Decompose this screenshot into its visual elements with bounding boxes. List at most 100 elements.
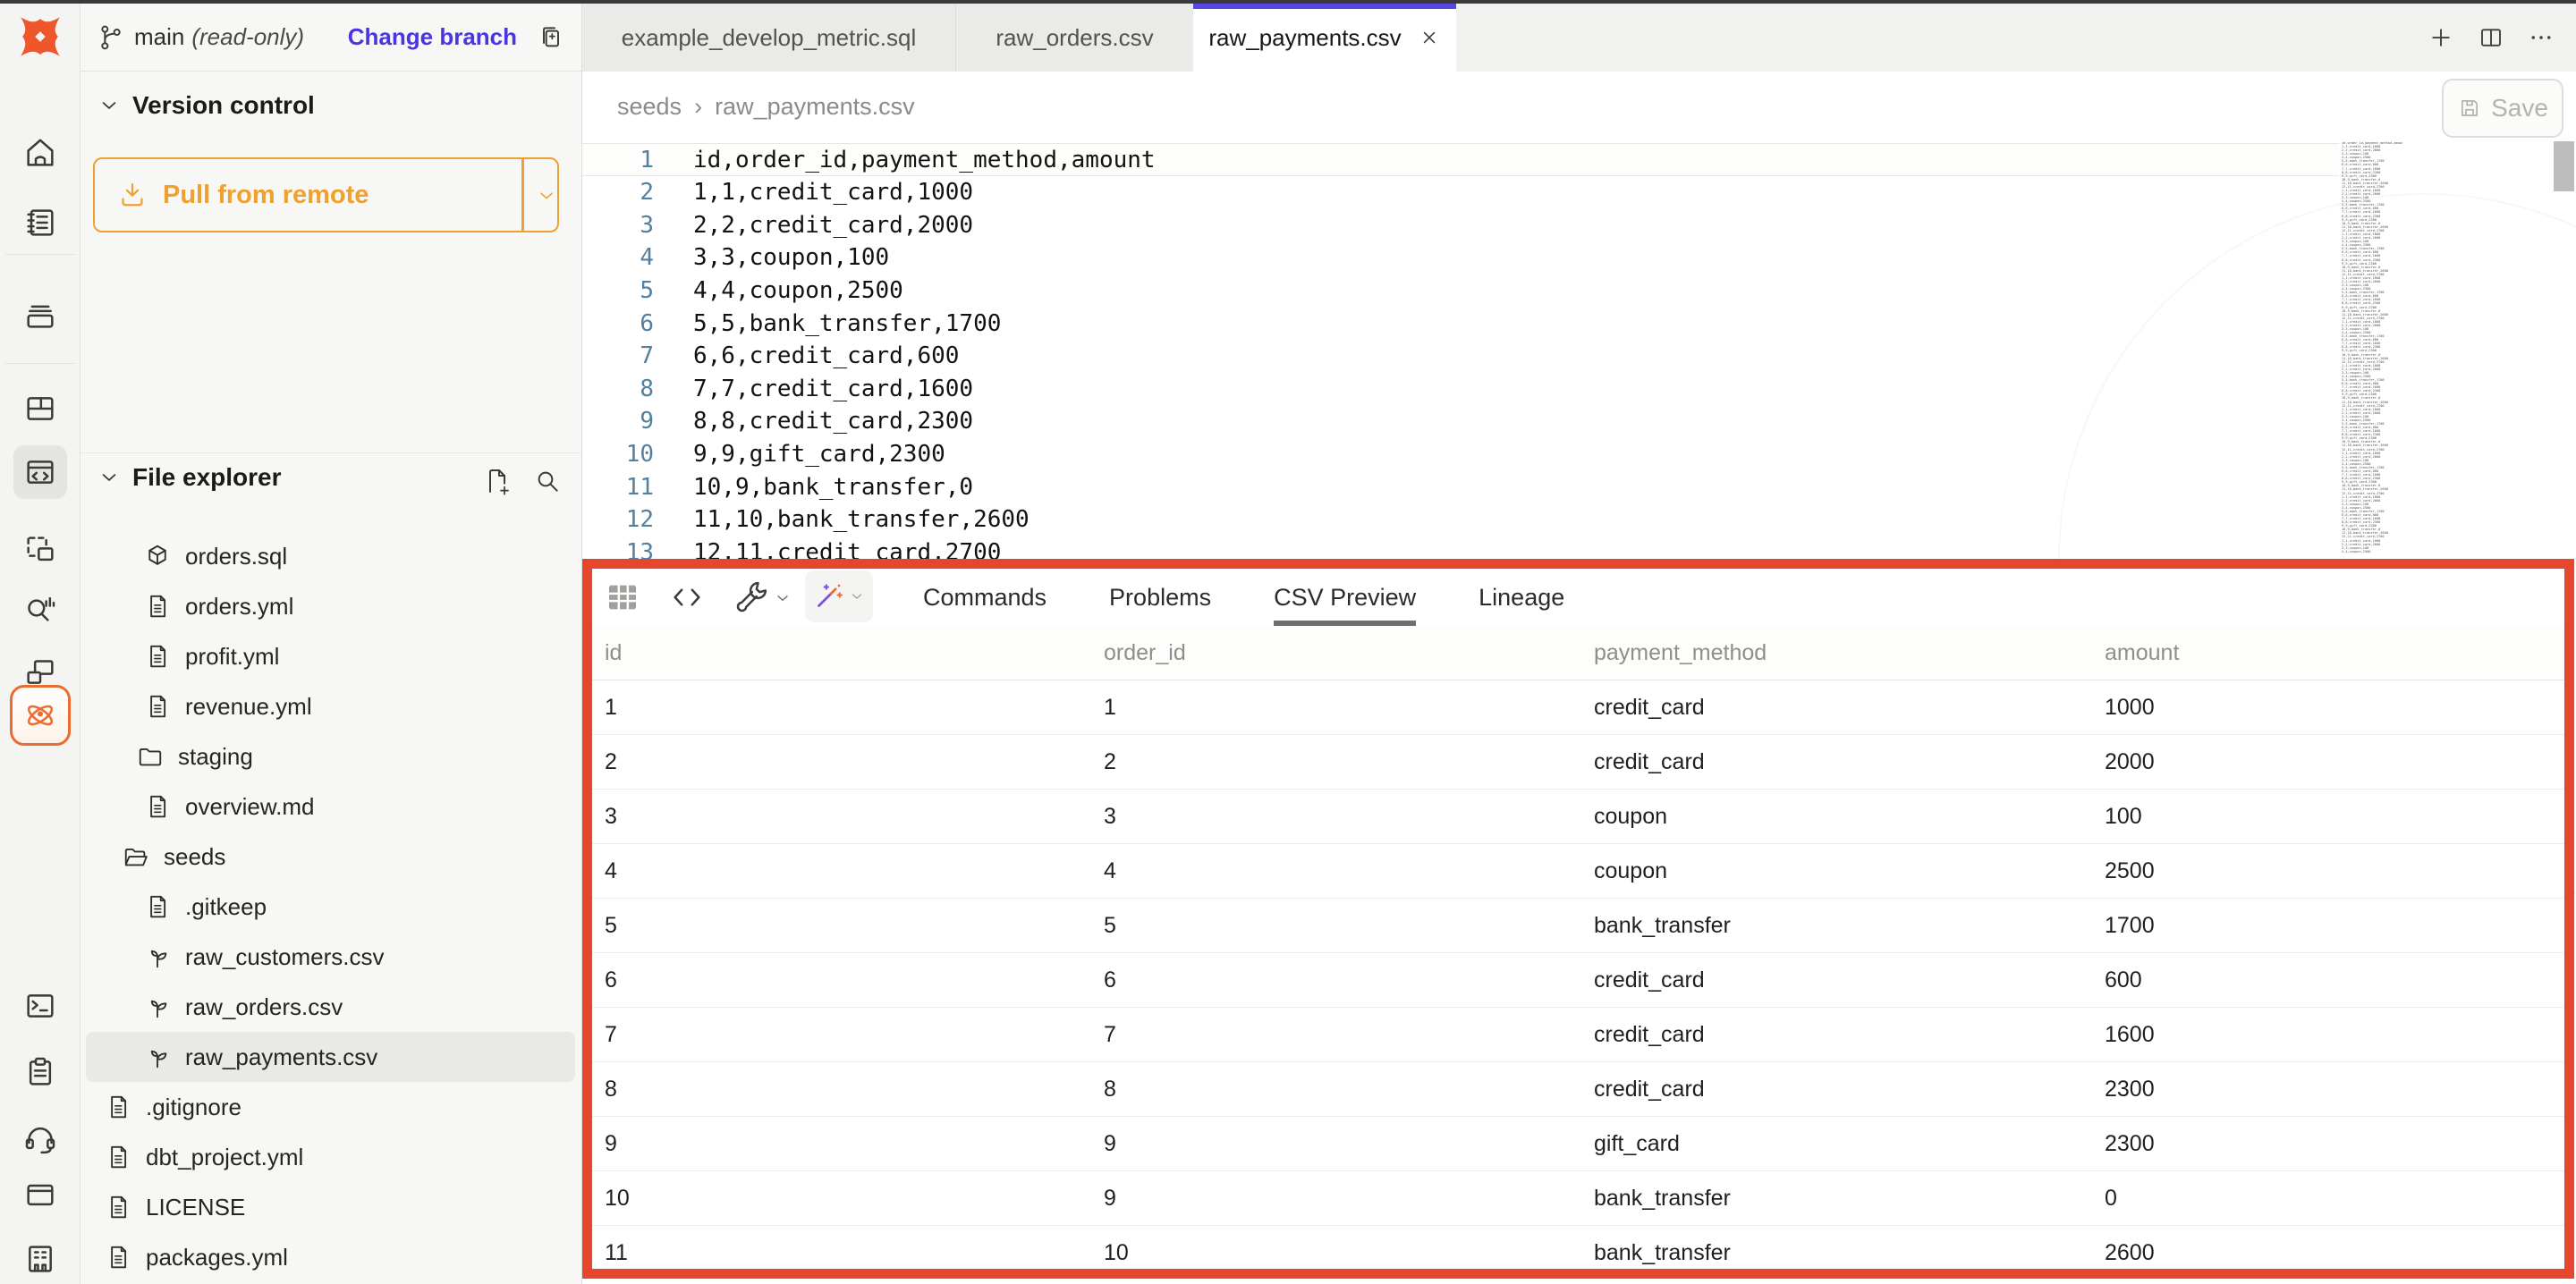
code-icon[interactable] — [669, 579, 705, 615]
code-line-10: 109,9,gift_card,2300 — [582, 437, 2576, 470]
file-item-orders.sql[interactable]: orders.sql — [86, 531, 575, 581]
rail-item-headset-icon[interactable] — [13, 1111, 67, 1165]
file-item-dbt_project.yml[interactable]: dbt_project.yml — [86, 1132, 575, 1182]
file-item-revenue.yml[interactable]: revenue.yml — [86, 681, 575, 731]
document-icon — [144, 793, 171, 820]
file-item-packages.yml[interactable]: packages.yml — [86, 1232, 575, 1282]
table-cell: 1700 — [2105, 913, 2564, 939]
table-cell: 1 — [605, 695, 1104, 721]
rail-item-home-icon[interactable] — [13, 126, 67, 180]
new-file-icon[interactable] — [483, 467, 512, 495]
results-tab-Lineage[interactable]: Lineage — [1479, 569, 1564, 626]
magic-wand-button[interactable] — [805, 570, 873, 622]
new-tab-icon[interactable] — [2428, 24, 2454, 51]
archive-icon — [22, 297, 58, 333]
rail-item-code-editor-icon[interactable] — [13, 445, 67, 499]
table-cell: 3 — [1104, 804, 1594, 830]
split-editor-icon[interactable] — [2478, 24, 2504, 51]
table-cell: 3 — [605, 804, 1104, 830]
code-line-11: 1110,9,bank_transfer,0 — [582, 470, 2576, 503]
line-number: 7 — [582, 342, 654, 369]
file-item-overview.md[interactable]: overview.md — [86, 781, 575, 832]
table-cell: 1 — [1104, 695, 1594, 721]
search-icon[interactable] — [533, 467, 562, 495]
rail-item-dashboard-icon[interactable] — [13, 382, 67, 435]
line-text: 2,2,credit_card,2000 — [693, 212, 973, 239]
rail-item-building-icon[interactable] — [13, 1232, 67, 1284]
table-grid-icon[interactable] — [605, 579, 640, 615]
column-header-order_id: order_id — [1104, 640, 1594, 666]
rail-item-query-search-icon[interactable] — [13, 581, 67, 635]
line-text: 3,3,coupon,100 — [693, 244, 889, 271]
pull-from-remote-button[interactable]: Pull from remote — [93, 157, 559, 232]
more-menu-icon[interactable] — [2528, 24, 2555, 51]
file-item-.gitkeep[interactable]: .gitkeep — [86, 882, 575, 932]
version-control-header[interactable]: Version control — [97, 91, 315, 120]
file-item-profit.yml[interactable]: profit.yml — [86, 631, 575, 681]
file-item-seeds[interactable]: seeds — [86, 832, 575, 882]
breadcrumb-folder[interactable]: seeds — [617, 93, 682, 121]
rail-item-browser-window-icon[interactable] — [13, 1168, 67, 1221]
file-item-raw_customers.csv[interactable]: raw_customers.csv — [86, 932, 575, 982]
wrench-icon[interactable] — [733, 579, 769, 615]
file-item-staging[interactable]: staging — [86, 731, 575, 781]
change-branch-link[interactable]: Change branch — [348, 23, 517, 51]
code-line-1: 1id,order_id,payment_method,amount — [582, 143, 2576, 176]
save-button-label: Save — [2491, 94, 2548, 122]
editor-tab-raw_payments.csv[interactable]: raw_payments.csv — [1193, 4, 1456, 72]
rail-item-clipboard-icon[interactable] — [13, 1045, 67, 1099]
magic-wand-icon — [812, 580, 844, 612]
results-tab-CSV Preview[interactable]: CSV Preview — [1274, 569, 1416, 626]
dbt-logo[interactable] — [14, 11, 66, 63]
results-tab-Problems[interactable]: Problems — [1109, 569, 1211, 626]
chevron-down-icon — [97, 465, 122, 490]
table-cell: 2 — [1104, 749, 1594, 775]
line-number: 12 — [582, 506, 654, 533]
file-item-raw_orders.csv[interactable]: raw_orders.csv — [86, 982, 575, 1032]
file-item-LICENSE[interactable]: LICENSE — [86, 1182, 575, 1232]
close-icon[interactable] — [1418, 26, 1441, 49]
document-icon — [144, 693, 171, 720]
file-item-label: .gitignore — [146, 1094, 242, 1121]
editor-tab-example_develop_metric.sql[interactable]: example_develop_metric.sql — [582, 4, 955, 72]
copy-icon[interactable] — [537, 23, 565, 52]
column-header-id: id — [605, 640, 1104, 666]
file-explorer-header[interactable]: File explorer — [97, 463, 282, 492]
building-icon — [22, 1241, 58, 1277]
file-item-orders.yml[interactable]: orders.yml — [86, 581, 575, 631]
table-row: 77credit_card1600 — [592, 1008, 2564, 1062]
table-cell: 10 — [605, 1186, 1104, 1212]
table-row: 11credit_card1000 — [592, 680, 2564, 735]
rail-item-frame-select-icon[interactable] — [13, 523, 67, 577]
file-item-label: raw_customers.csv — [185, 943, 385, 971]
file-item-.gitignore[interactable]: .gitignore — [86, 1082, 575, 1132]
clipboard-icon — [22, 1054, 58, 1090]
results-tab-Commands[interactable]: Commands — [923, 569, 1046, 626]
code-editor[interactable]: 1id,order_id,payment_method,amount21,1,c… — [582, 139, 2576, 567]
code-line-2: 21,1,credit_card,1000 — [582, 176, 2576, 209]
chevron-down-icon[interactable] — [773, 588, 792, 608]
editor-scrollbar-thumb[interactable] — [2554, 141, 2574, 191]
table-row: 99gift_card2300 — [592, 1117, 2564, 1171]
chevron-down-icon[interactable] — [535, 184, 558, 207]
file-item-label: seeds — [164, 843, 225, 871]
rail-item-atom-icon[interactable] — [10, 685, 71, 746]
rail-item-archive-icon[interactable] — [13, 288, 67, 342]
minimap[interactable]: id,order_id,payment_method,amount 1,1,cr… — [2342, 141, 2402, 554]
table-cell: bank_transfer — [1594, 1240, 2105, 1266]
save-button[interactable]: Save — [2442, 79, 2563, 138]
seed-icon — [144, 993, 171, 1020]
table-cell: 4 — [605, 858, 1104, 884]
rail-item-terminal-icon[interactable] — [13, 979, 67, 1033]
sidebar: main (read-only) Change branch Version c… — [80, 4, 582, 1284]
home-icon — [22, 135, 58, 171]
code-line-6: 65,5,bank_transfer,1700 — [582, 307, 2576, 340]
document-icon — [105, 1094, 131, 1120]
chevron-down-icon — [97, 93, 122, 118]
editor-tab-raw_orders.csv[interactable]: raw_orders.csv — [955, 4, 1193, 72]
seed-icon — [144, 1043, 171, 1070]
file-item-label: revenue.yml — [185, 693, 312, 721]
file-item-raw_payments.csv[interactable]: raw_payments.csv — [86, 1032, 575, 1082]
editor-tab-label: raw_orders.csv — [996, 24, 1153, 52]
rail-item-notebook-icon[interactable] — [13, 196, 67, 249]
